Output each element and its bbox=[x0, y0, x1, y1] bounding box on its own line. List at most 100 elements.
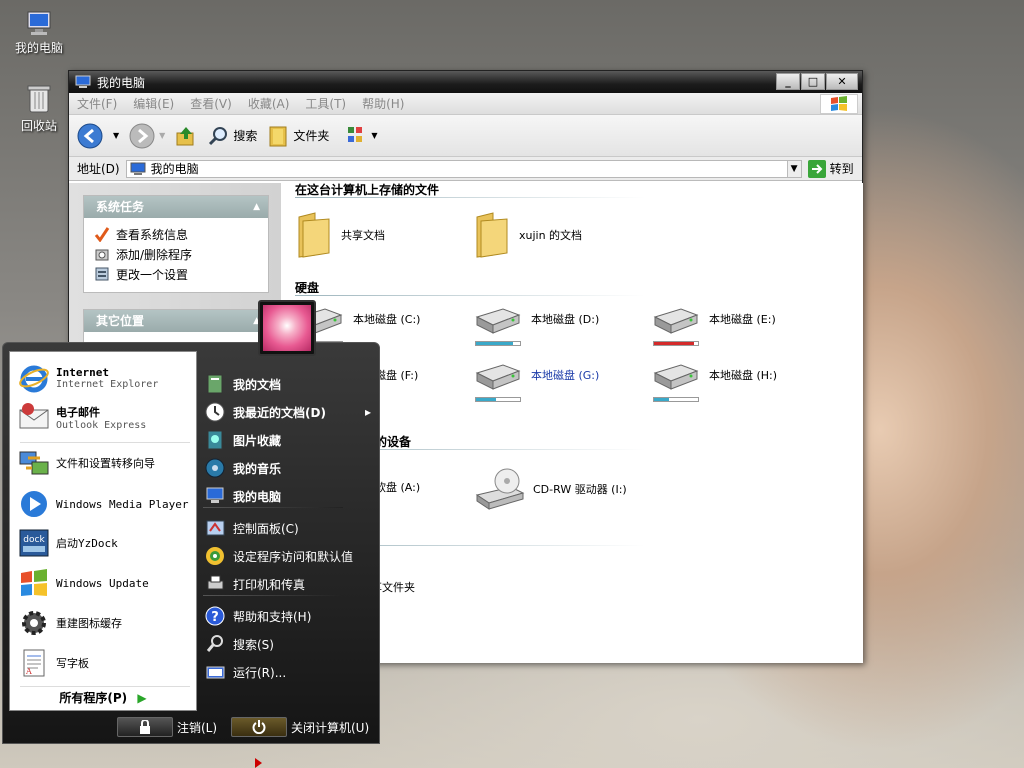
panel-header[interactable]: 系统任务 ▲ bbox=[84, 196, 268, 218]
local-disk[interactable]: 本地磁盘 (H:) bbox=[651, 359, 777, 391]
close-button[interactable]: ✕ bbox=[826, 73, 858, 90]
start-menu-item-documents[interactable]: 我的文档 bbox=[205, 373, 375, 395]
search-icon bbox=[209, 126, 228, 145]
local-disk[interactable]: 本地磁盘 (E:) bbox=[651, 303, 776, 335]
chevron-down-icon[interactable]: ▼ bbox=[159, 131, 165, 140]
views-button[interactable]: ▼ bbox=[347, 126, 378, 146]
address-dropdown-button[interactable]: ▼ bbox=[786, 160, 801, 177]
start-menu-item-help[interactable]: ? 帮助和支持(H) bbox=[205, 605, 375, 627]
cd-drive[interactable]: CD-RW 驱动器 (I:) bbox=[473, 467, 627, 511]
go-arrow-icon bbox=[807, 159, 826, 178]
go-label: 转到 bbox=[829, 162, 854, 176]
start-menu-item-pictures[interactable]: 图片收藏 bbox=[205, 429, 375, 451]
back-arrow-icon bbox=[77, 123, 103, 148]
program-label: Windows Media Player bbox=[56, 497, 189, 511]
start-menu: Internet Internet Explorer 电子邮件 Outlook Ex… bbox=[2, 342, 380, 744]
program-wordpad[interactable]: A 写字板 bbox=[18, 648, 193, 678]
go-button[interactable]: 转到 bbox=[807, 159, 854, 178]
panel-title: 系统任务 bbox=[96, 200, 145, 214]
local-disk[interactable]: 本地磁盘 (G:) bbox=[473, 359, 599, 391]
program-windows-update[interactable]: Windows Update bbox=[18, 568, 193, 598]
folder-shared-documents[interactable]: 共享文档 bbox=[295, 211, 385, 259]
program-access-icon bbox=[206, 547, 224, 565]
desktop-icon-my-computer[interactable]: 我的电脑 bbox=[3, 10, 75, 56]
task-change-setting[interactable]: 更改一个设置 bbox=[94, 264, 258, 284]
menu-view[interactable]: 查看(V) bbox=[190, 95, 232, 112]
menu-help[interactable]: 帮助(H) bbox=[362, 95, 404, 112]
recycle-bin-icon bbox=[27, 85, 51, 113]
mouse-cursor-icon bbox=[255, 758, 262, 768]
start-menu-item-run[interactable]: 运行(R)... bbox=[205, 661, 375, 683]
title-bar[interactable]: 我的电脑 _ □ ✕ bbox=[69, 71, 862, 93]
task-view-system-info[interactable]: 查看系统信息 bbox=[94, 224, 258, 244]
all-programs-button[interactable]: 所有程序(P) ▶ bbox=[10, 689, 196, 706]
start-menu-item-label: 我的电脑 bbox=[233, 489, 282, 504]
window-title: 我的电脑 bbox=[97, 75, 146, 90]
svg-text:dock: dock bbox=[23, 535, 45, 545]
windows-logo-icon bbox=[820, 94, 858, 114]
section-header-removable: 的设备 bbox=[375, 435, 412, 449]
pinned-programs: Internet Internet Explorer 电子邮件 Outlook Ex… bbox=[9, 351, 197, 711]
folder-label: 共享文档 bbox=[341, 229, 385, 242]
program-email[interactable]: 电子邮件 Outlook Express bbox=[18, 402, 193, 432]
program-label: 重建图标缓存 bbox=[56, 617, 122, 630]
search-button[interactable]: 搜索 bbox=[207, 125, 257, 147]
flower-image bbox=[263, 305, 311, 351]
start-menu-item-printer[interactable]: 打印机和传真 bbox=[205, 573, 375, 595]
menu-separator bbox=[203, 507, 343, 508]
start-menu-item-music[interactable]: 我的音乐 bbox=[205, 457, 375, 479]
program-media-player[interactable]: Windows Media Player bbox=[18, 488, 193, 520]
address-value: 我的电脑 bbox=[150, 162, 199, 176]
up-folder-icon bbox=[176, 126, 194, 145]
forward-button[interactable]: ▼ bbox=[129, 123, 165, 149]
control-panel-icon bbox=[95, 267, 109, 281]
folders-button[interactable]: 文件夹 bbox=[267, 124, 329, 148]
start-menu-item-control-panel[interactable]: 控制面板(C) bbox=[205, 517, 375, 539]
program-transfer-wizard[interactable]: 文件和设置转移向导 bbox=[18, 448, 193, 478]
folder-user-documents[interactable]: xujin 的文档 bbox=[473, 211, 582, 259]
user-picture[interactable] bbox=[258, 300, 316, 356]
menu-edit[interactable]: 编辑(E) bbox=[133, 95, 174, 112]
menu-tools[interactable]: 工具(T) bbox=[305, 95, 346, 112]
email-icon bbox=[19, 403, 49, 429]
maximize-button[interactable]: □ bbox=[801, 73, 825, 90]
start-menu-item-recent-documents[interactable]: 我最近的文档(D) ▸ bbox=[205, 401, 375, 423]
cd-drive-icon bbox=[475, 468, 525, 510]
drive-label: 本地磁盘 (G:) bbox=[531, 369, 600, 382]
collapse-icon[interactable]: ▲ bbox=[253, 196, 260, 218]
chevron-down-icon[interactable]: ▼ bbox=[113, 131, 119, 140]
program-yzdock[interactable]: dock 启动YzDock bbox=[18, 528, 193, 558]
hard-drive-icon bbox=[653, 308, 699, 334]
start-menu-item-computer[interactable]: 我的电脑 bbox=[205, 485, 375, 507]
menu-favorites[interactable]: 收藏(A) bbox=[248, 95, 290, 112]
menu-file[interactable]: 文件(F) bbox=[77, 95, 117, 112]
chevron-right-icon: ▸ bbox=[364, 405, 371, 419]
program-internet[interactable]: Internet Internet Explorer bbox=[18, 362, 193, 394]
back-button[interactable]: ▼ bbox=[77, 123, 119, 149]
start-menu-item-search[interactable]: 搜索(S) bbox=[205, 633, 375, 655]
checkmark-icon bbox=[94, 227, 110, 242]
panel-header[interactable]: 其它位置 ▲ bbox=[84, 310, 268, 332]
program-rebuild-icon-cache[interactable]: 重建图标缓存 bbox=[18, 608, 193, 638]
up-folder-button[interactable] bbox=[175, 125, 197, 147]
minimize-button[interactable]: _ bbox=[776, 73, 800, 90]
forward-arrow-icon bbox=[129, 123, 155, 148]
task-add-remove-programs[interactable]: 添加/删除程序 bbox=[94, 244, 258, 264]
documents-icon bbox=[207, 374, 223, 394]
logoff-button[interactable]: 注销(L) bbox=[117, 717, 217, 737]
address-input[interactable]: 我的电脑 ▼ bbox=[125, 159, 802, 178]
media-player-icon bbox=[19, 489, 49, 519]
all-programs-label: 所有程序(P) bbox=[59, 691, 128, 705]
local-disk[interactable]: 本地磁盘 (D:) bbox=[473, 303, 599, 335]
start-menu-item-program-access[interactable]: 设定程序访问和默认值 bbox=[205, 545, 375, 567]
computer-icon bbox=[206, 487, 224, 503]
music-icon bbox=[205, 458, 225, 478]
address-label: 地址(D) bbox=[77, 162, 120, 176]
menu-separator bbox=[20, 686, 190, 687]
desktop-icon-recycle-bin[interactable]: 回收站 bbox=[3, 84, 75, 134]
task-label: 更改一个设置 bbox=[116, 267, 189, 282]
logoff-label: 注销(L) bbox=[177, 720, 218, 735]
shutdown-button[interactable]: 关闭计算机(U) bbox=[231, 717, 369, 737]
start-menu-item-label: 图片收藏 bbox=[233, 433, 282, 448]
chevron-down-icon: ▼ bbox=[371, 131, 378, 140]
